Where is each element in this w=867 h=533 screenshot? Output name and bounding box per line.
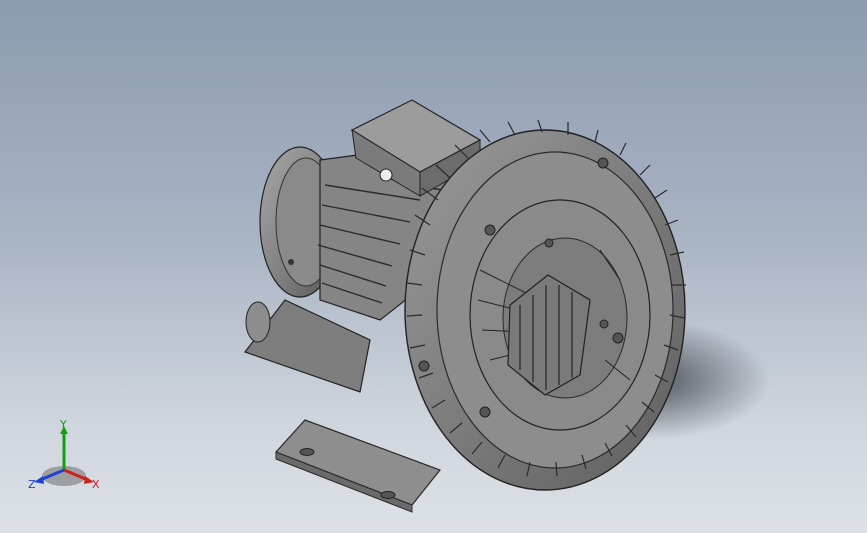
triad-y-label: Y xyxy=(59,418,67,431)
triad-x-label: X xyxy=(92,478,100,491)
graphics-viewport[interactable]: Y X Z xyxy=(0,0,867,533)
coordinate-triad: Y X Z xyxy=(28,418,100,491)
blower-model[interactable] xyxy=(0,0,867,533)
triad-z-label: Z xyxy=(28,478,36,491)
base-plate[interactable] xyxy=(274,419,441,513)
motor-foot[interactable] xyxy=(244,299,371,393)
